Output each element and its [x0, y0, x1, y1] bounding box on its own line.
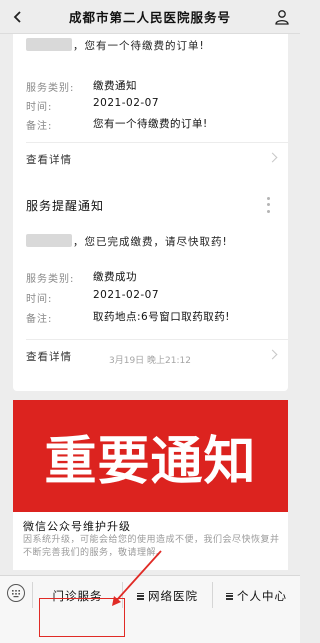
- article-title: 微信公众号维护升级: [23, 520, 131, 533]
- back-button[interactable]: [6, 5, 30, 29]
- menu-label: 个人中心: [237, 589, 287, 603]
- field-label: 时间:: [26, 294, 53, 305]
- menu-personal-center[interactable]: 个人中心: [213, 576, 300, 616]
- masked-patient-name: [26, 38, 72, 51]
- field-label: 服务类别:: [26, 83, 75, 94]
- person-icon: [275, 10, 289, 25]
- card-intro-text: ，您已完成缴费，请尽快取药!: [73, 236, 228, 248]
- message-timestamp: 3月19日 晚上21:12: [109, 356, 191, 366]
- keyboard-toggle-button[interactable]: [7, 584, 25, 602]
- banner-text: 重要通知: [44, 431, 257, 492]
- top-navigation-bar: 成都市第二人民医院服务号: [0, 0, 300, 34]
- field-value: 2021-02-07: [93, 289, 160, 301]
- field-label: 备注:: [26, 121, 53, 132]
- menu-label: 网络医院: [148, 589, 198, 603]
- submenu-icon: [137, 592, 144, 600]
- page-title: 成都市第二人民医院服务号: [68, 10, 231, 25]
- submenu-icon: [226, 592, 233, 600]
- profile-button[interactable]: [270, 5, 294, 29]
- more-options-icon[interactable]: [262, 195, 274, 215]
- field-label: 备注:: [26, 314, 53, 325]
- field-value: 取药地点:6号窗口取药取药!: [93, 311, 230, 323]
- field-value: 缴费成功: [93, 271, 137, 283]
- message-list[interactable]: ，您有一个待缴费的订单! 服务类别: 缴费通知 时间: 2021-02-07 备…: [0, 34, 300, 575]
- chevron-right-icon: [267, 152, 278, 163]
- masked-patient-name: [26, 234, 72, 247]
- view-details-link[interactable]: 查看详情: [13, 143, 288, 175]
- field-label: 时间:: [26, 102, 53, 113]
- chevron-left-icon: [13, 11, 21, 23]
- article-summary: 因系统升级，可能会给您的使用造成不便，我们会尽快恢复并不断完善我们的服务，敬请理…: [23, 535, 280, 558]
- article-banner: 重要通知: [13, 400, 288, 512]
- highlight-box: [39, 598, 125, 637]
- keyboard-icon: [12, 590, 20, 598]
- menu-online-hospital[interactable]: 网络医院: [123, 576, 212, 616]
- field-value: 缴费通知: [93, 80, 137, 92]
- card-title: 服务提醒通知: [26, 199, 105, 213]
- view-details-label: 查看详情: [26, 154, 72, 166]
- field-value: 2021-02-07: [93, 97, 160, 109]
- field-label: 服务类别:: [26, 274, 75, 285]
- field-value: 您有一个待缴费的订单!: [93, 118, 208, 130]
- card-intro-text: ，您有一个待缴费的订单!: [73, 40, 205, 52]
- article-card[interactable]: 重要通知 微信公众号维护升级 因系统升级，可能会给您的使用造成不便，我们会尽快恢…: [13, 400, 288, 570]
